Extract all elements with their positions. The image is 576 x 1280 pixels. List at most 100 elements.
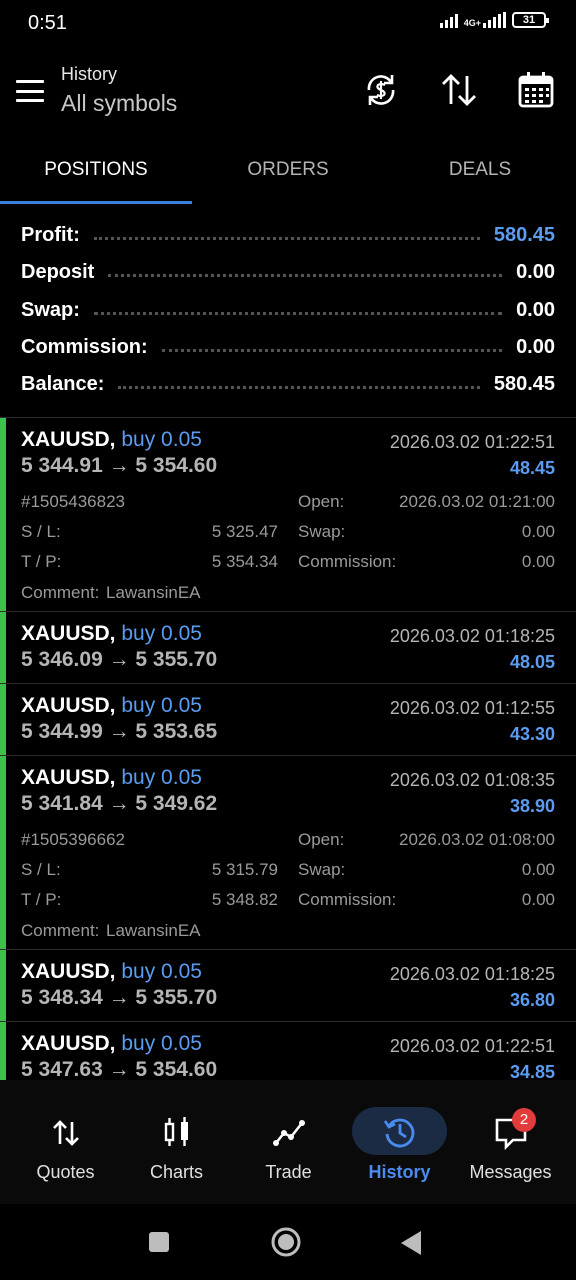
comment-label: Comment: — [21, 583, 100, 602]
position-profit: 48.45 — [509, 458, 555, 478]
home-icon[interactable] — [270, 1226, 302, 1258]
position-row[interactable]: XAUUSD, buy 0.05 5 344.99 → 5 353.65 202… — [0, 684, 576, 756]
network-indicator: 4G+ — [464, 12, 506, 28]
position-ticket: #1505436823 — [21, 492, 126, 511]
position-row[interactable]: XAUUSD, buy 0.05 5 346.09 → 5 355.70 202… — [0, 612, 576, 684]
position-time: 2026.03.02 01:12:55 — [389, 698, 555, 718]
dotted-leader — [93, 237, 480, 241]
swap-value: 0.00 — [521, 860, 555, 879]
nav-label: Messages — [469, 1162, 552, 1182]
summary-value: 580.45 — [493, 224, 555, 247]
sl-value: 5 315.79 — [211, 860, 278, 879]
summary-swap: Swap: 0.00 — [0, 292, 576, 329]
summary-label: Deposit — [21, 261, 95, 284]
nav-messages[interactable]: Messages — [453, 1080, 568, 1204]
nav-trade[interactable]: Trade — [231, 1080, 346, 1204]
history-icon — [383, 1118, 414, 1148]
position-time: 2026.03.02 01:22:51 — [389, 1036, 555, 1056]
tab-deals[interactable]: DEALS — [384, 140, 576, 206]
status-indicators: 4G+ 31 — [439, 12, 549, 28]
status-bar: 0:51 4G+ 31 — [0, 0, 576, 48]
battery-icon: 31 — [512, 12, 549, 28]
page-title: History — [61, 64, 118, 84]
position-prices: 5 346.09 → 5 355.70 — [21, 648, 218, 671]
comment-value: LawansinEA — [106, 583, 201, 602]
position-title: XAUUSD, buy 0.05 — [21, 1032, 202, 1056]
position-side: buy 0.05 — [121, 960, 202, 983]
system-navigation-bar — [0, 1204, 576, 1280]
open-label: Open: — [298, 830, 345, 849]
summary-commission: Commission: 0.00 — [0, 329, 576, 366]
tab-positions[interactable]: POSITIONS — [0, 140, 192, 206]
network-type: 4G+ — [463, 18, 481, 28]
position-symbol: XAUUSD, — [21, 694, 116, 717]
currency-exchange-icon[interactable] — [361, 70, 401, 110]
position-ticket: #1505396662 — [21, 830, 126, 849]
sort-icon[interactable] — [439, 70, 479, 110]
commission-value: 0.00 — [521, 552, 555, 571]
menu-icon[interactable] — [16, 80, 44, 102]
commission-label: Commission: — [298, 890, 397, 909]
position-side: buy 0.05 — [121, 1032, 202, 1055]
symbol-filter[interactable]: All symbols — [61, 90, 177, 117]
summary-label: Profit: — [21, 224, 80, 247]
summary-balance: Balance: 580.45 — [0, 366, 576, 403]
position-profit: 38.90 — [509, 796, 555, 816]
position-title: XAUUSD, buy 0.05 — [21, 766, 202, 790]
summary-label: Swap: — [21, 298, 80, 321]
dotted-leader — [93, 311, 503, 315]
position-title: XAUUSD, buy 0.05 — [21, 622, 202, 646]
position-side: buy 0.05 — [121, 766, 202, 789]
open-time: 2026.03.02 01:21:00 — [399, 492, 555, 511]
tab-orders[interactable]: ORDERS — [192, 140, 384, 206]
signal-icon — [439, 12, 458, 28]
quotes-icon — [52, 1120, 79, 1146]
position-symbol: XAUUSD, — [21, 766, 116, 789]
nav-history[interactable]: History — [342, 1080, 457, 1204]
positions-list: XAUUSD, buy 0.05 5 344.91 → 5 354.60 202… — [0, 417, 576, 1080]
swap-label: Swap: — [298, 860, 346, 879]
position-profit: 34.85 — [509, 1062, 555, 1080]
signal-icon-2 — [483, 12, 506, 28]
summary-panel: Profit: 580.45 Deposit 0.00 Swap: 0.00 C… — [0, 217, 576, 403]
position-symbol: XAUUSD, — [21, 428, 116, 451]
tp-label: T / P: — [21, 552, 62, 571]
summary-label: Commission: — [21, 336, 148, 359]
position-row[interactable]: XAUUSD, buy 0.05 5 344.91 → 5 354.60 202… — [0, 418, 576, 612]
position-symbol: XAUUSD, — [21, 622, 116, 645]
swap-value: 0.00 — [521, 522, 555, 541]
summary-value: 580.45 — [493, 373, 555, 396]
open-time: 2026.03.02 01:08:00 — [399, 830, 555, 849]
back-icon[interactable] — [400, 1230, 422, 1256]
summary-deposit: Deposit 0.00 — [0, 254, 576, 291]
position-profit: 43.30 — [509, 724, 555, 744]
nav-quotes[interactable]: Quotes — [8, 1080, 123, 1204]
commission-value: 0.00 — [521, 890, 555, 909]
position-prices: 5 341.84 → 5 349.62 — [21, 792, 218, 815]
charts-icon — [164, 1117, 188, 1146]
position-profit: 48.05 — [509, 652, 555, 672]
tp-label: T / P: — [21, 890, 62, 909]
app-bar: History All symbols — [0, 48, 576, 136]
position-prices: 5 348.34 → 5 355.70 — [21, 986, 218, 1009]
swap-label: Swap: — [298, 522, 346, 541]
position-side: buy 0.05 — [121, 428, 202, 451]
nav-charts[interactable]: Charts — [119, 1080, 234, 1204]
sl-value: 5 325.47 — [211, 522, 278, 541]
position-row[interactable]: XAUUSD, buy 0.05 5 348.34 → 5 355.70 202… — [0, 950, 576, 1022]
summary-value: 0.00 — [516, 261, 555, 284]
position-row[interactable]: XAUUSD, buy 0.05 5 347.63 → 5 354.60 202… — [0, 1022, 576, 1080]
battery-level: 31 — [522, 14, 536, 26]
position-symbol: XAUUSD, — [21, 960, 116, 983]
position-row[interactable]: XAUUSD, buy 0.05 5 341.84 → 5 349.62 202… — [0, 756, 576, 950]
open-label: Open: — [298, 492, 345, 511]
position-time: 2026.03.02 01:22:51 — [389, 432, 555, 452]
commission-label: Commission: — [298, 552, 397, 571]
summary-value: 0.00 — [516, 298, 555, 321]
tp-value: 5 354.34 — [211, 552, 278, 571]
recents-icon[interactable] — [148, 1231, 170, 1253]
comment-label: Comment: — [21, 921, 100, 940]
summary-value: 0.00 — [516, 336, 555, 359]
nav-label: History — [368, 1162, 431, 1182]
calendar-icon[interactable] — [516, 70, 556, 110]
